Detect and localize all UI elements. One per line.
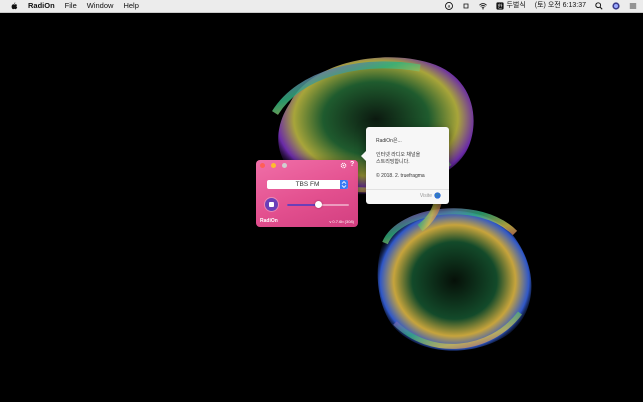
menubar-status-area: a 한 두벌식 (토) 오전 6:13:37 (445, 0, 637, 12)
radion-window: ? TBS FM RadiOn v 0.7.6b (308) (256, 160, 358, 227)
about-description-line2: 스트리밍합니다. (376, 159, 410, 165)
gear-icon[interactable] (340, 162, 347, 169)
visit-link[interactable]: Visite (420, 193, 432, 199)
app-label: RadiOn (260, 218, 278, 224)
window-zoom-button[interactable] (282, 163, 287, 168)
select-chevron-icon (340, 180, 348, 189)
version-label: v 0.7.6b (308) (329, 219, 354, 224)
popover-divider (366, 189, 449, 190)
about-copyright: © 2018. 2. truefragma (376, 173, 425, 179)
up-down-arrows-icon (341, 180, 347, 189)
help-button[interactable]: ? (350, 161, 354, 168)
menu-file[interactable]: File (65, 0, 77, 12)
volume-slider-knob[interactable] (314, 201, 322, 208)
globe-icon[interactable] (434, 192, 441, 199)
keyboard-input-icon: 한 (496, 2, 505, 10)
about-popover: RadiOn은... 인터넷 라디오 채널을 스트리밍합니다. © 2018. … (361, 127, 449, 204)
menu-app-name[interactable]: RadiOn (28, 0, 55, 12)
spotlight-search-icon[interactable] (595, 2, 603, 10)
apple-menu-icon[interactable] (10, 2, 18, 10)
notification-center-icon[interactable] (629, 2, 637, 10)
about-title: RadiOn은... (376, 138, 402, 144)
menu-help[interactable]: Help (123, 0, 138, 12)
accessibility-icon[interactable]: a (445, 2, 454, 10)
volume-slider-fill (287, 204, 318, 206)
siri-icon[interactable] (612, 2, 620, 10)
menu-extra-icon[interactable] (462, 2, 470, 10)
input-source-label: 두벌식 (506, 2, 526, 9)
menu-window[interactable]: Window (87, 0, 114, 12)
station-select-value: TBS FM (295, 181, 320, 188)
volume-slider[interactable] (287, 201, 349, 208)
svg-text:a: a (448, 5, 451, 10)
svg-text:한: 한 (498, 3, 503, 10)
window-minimize-button[interactable] (271, 163, 276, 168)
input-source[interactable]: 한 두벌식 (496, 0, 526, 12)
wifi-icon[interactable] (479, 2, 488, 10)
popover-arrow (361, 151, 366, 161)
menu-bar: RadiOn File Window Help a 한 두벌식 (토) 오전 6… (0, 0, 643, 13)
stop-button[interactable] (265, 198, 278, 211)
menubar-clock[interactable]: (토) 오전 6:13:37 (535, 0, 586, 12)
station-select[interactable]: TBS FM (267, 180, 348, 189)
stop-icon (269, 202, 274, 207)
window-close-button[interactable] (260, 163, 265, 168)
about-description-line1: 인터넷 라디오 채널을 (376, 152, 421, 158)
